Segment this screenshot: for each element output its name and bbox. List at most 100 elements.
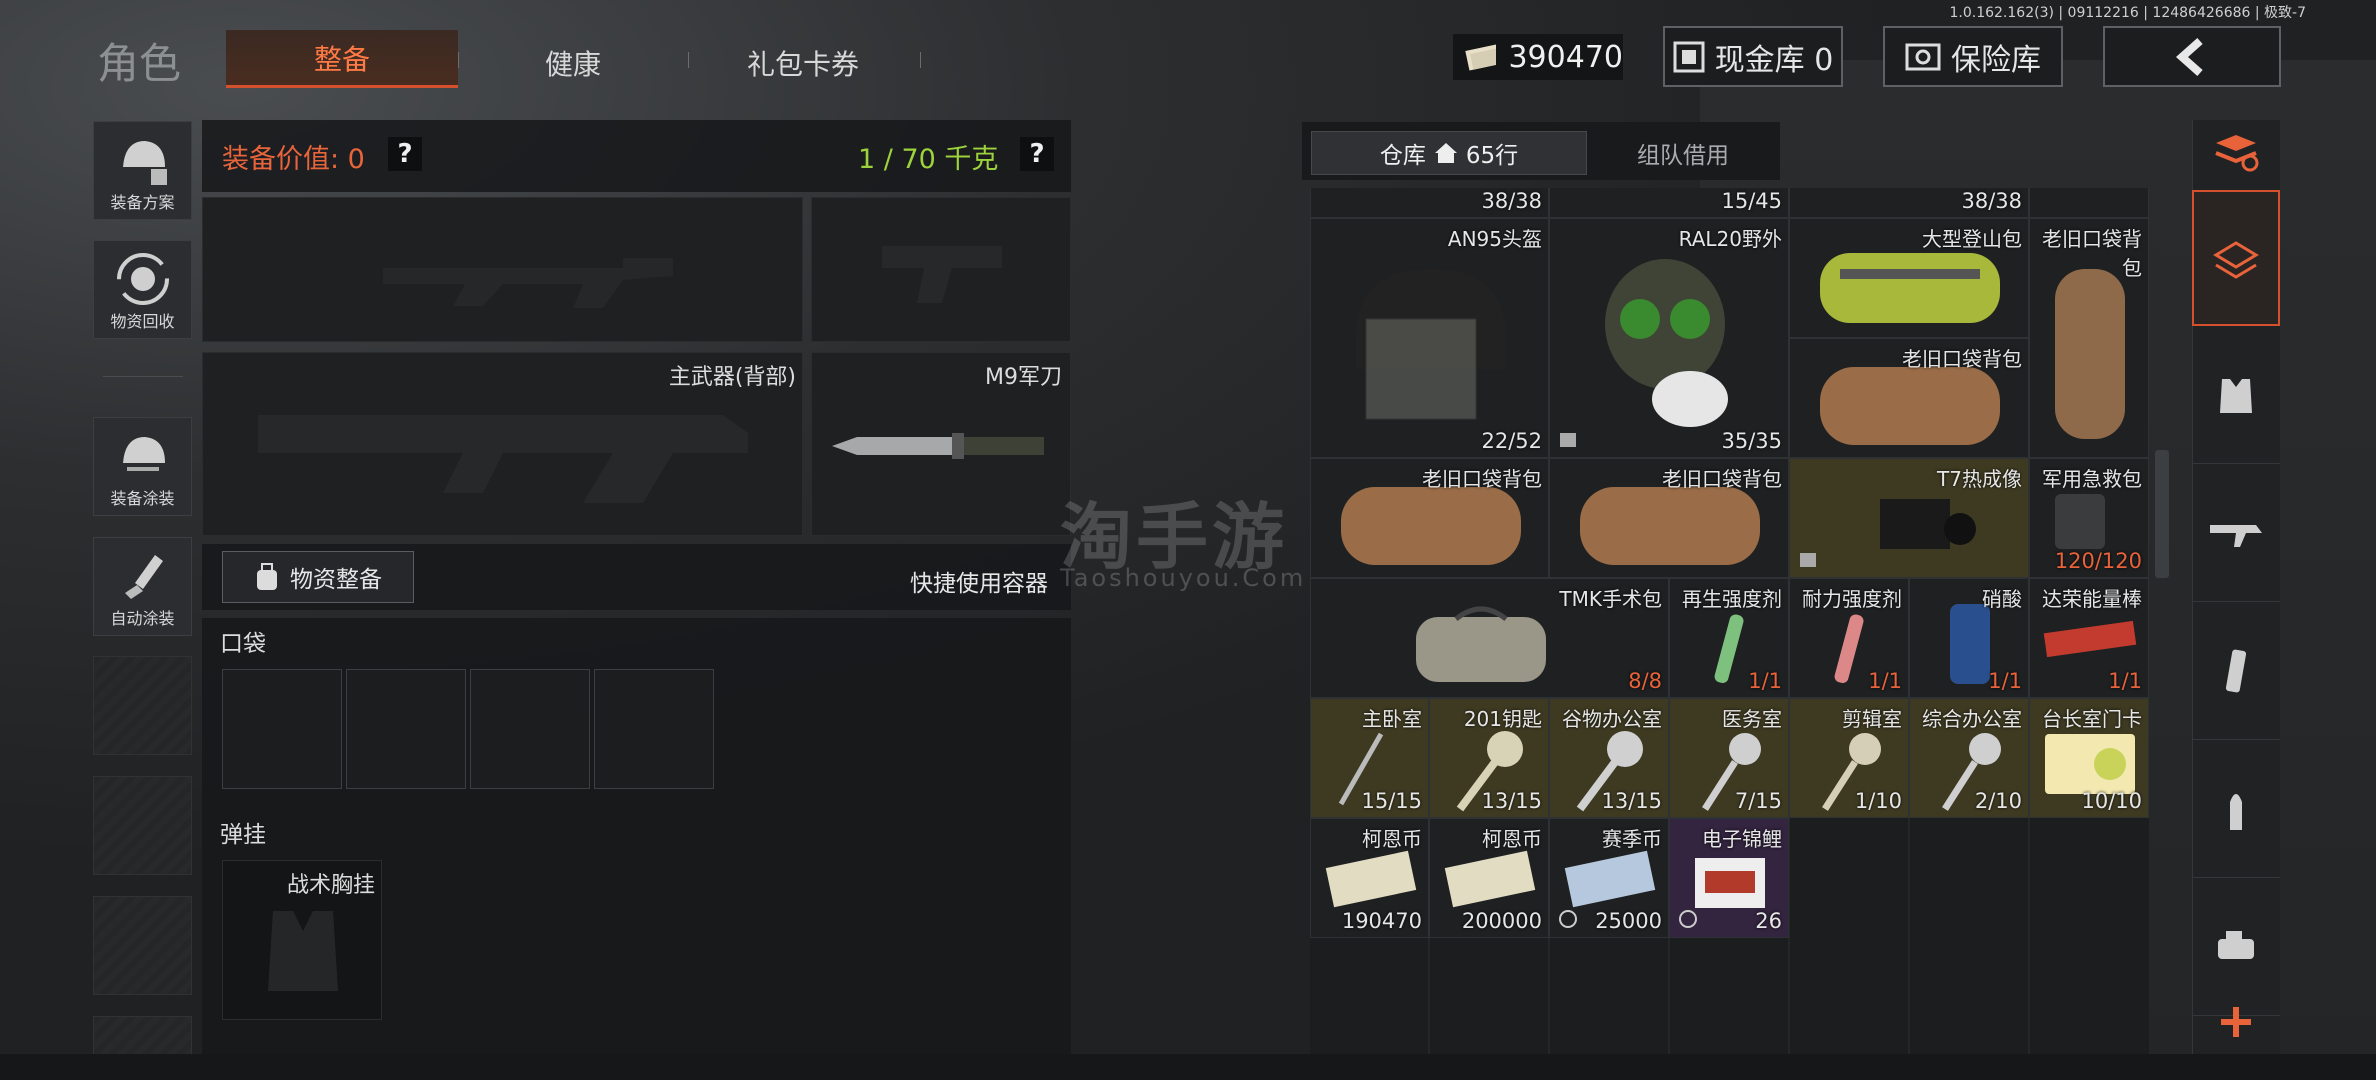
tab-gift[interactable]: 礼包卡券 [688, 43, 918, 83]
item-cell-season-coin[interactable]: 赛季币 25000 [1549, 818, 1669, 938]
item-name: T7热成像 [1937, 467, 2022, 491]
item-cell-key[interactable]: 谷物办公室 13/15 [1549, 698, 1669, 818]
item-name: 耐力强度剂 [1802, 587, 1902, 611]
item-cell-key[interactable]: 综合办公室 2/10 [1909, 698, 2029, 818]
item-cell-can[interactable]: 硝酸 1/1 [1909, 578, 2029, 698]
equip-value-help-button[interactable]: ? [388, 137, 422, 171]
item-cell-helmet[interactable]: AN95头盔 22/52 [1310, 218, 1549, 458]
medkit-icon [2055, 494, 2105, 549]
melee-slot[interactable]: M9军刀 [811, 352, 1071, 536]
auto-paint-label: 自动涂装 [110, 609, 175, 628]
category-all[interactable] [2192, 190, 2280, 326]
item-cell-energy-bar[interactable]: 达荣能量棒 1/1 [2029, 578, 2149, 698]
item-cell-surgery-kit[interactable]: TMK手术包 8/8 [1310, 578, 1669, 698]
item-count: 1/1 [2108, 669, 2142, 693]
item-cell-key[interactable]: 201钥匙 13/15 [1429, 698, 1549, 818]
pocket-slot[interactable] [222, 669, 342, 789]
item-cell[interactable]: 38/38 [1789, 188, 2029, 218]
item-cell-key[interactable]: 医务室 7/15 [1669, 698, 1789, 818]
bottom-bar [0, 1054, 2376, 1080]
injector-icon [1834, 614, 1864, 684]
tab-team-borrow[interactable]: 组队借用 [1590, 131, 1776, 175]
pistol-slot[interactable] [811, 197, 1071, 342]
item-cell-koi[interactable]: 电子锦鲤 26 [1669, 818, 1789, 938]
cash-safe-button[interactable]: 现金库 0 [1663, 26, 1843, 87]
sidebar-divider [103, 376, 183, 377]
supply-button[interactable]: 物资整备 [222, 551, 414, 603]
equip-plan-button[interactable]: 装备方案 [93, 121, 192, 220]
item-cell-keycard[interactable]: 台长室门卡 10/10 [2029, 698, 2149, 818]
item-cell[interactable]: 15/45 [1549, 188, 1789, 218]
item-cell-old-backpack[interactable]: 老旧口袋背包 [2029, 218, 2149, 458]
auto-paint-button[interactable]: 自动涂装 [93, 537, 192, 636]
pocket-slot[interactable] [470, 669, 590, 789]
category-ammo[interactable] [2192, 740, 2280, 878]
insurance-button[interactable]: 保险库 [1883, 26, 2063, 87]
category-armor[interactable] [2192, 326, 2280, 464]
primary-weapon-back-slot[interactable]: 主武器(背部) [202, 352, 803, 536]
item-count: 15/15 [1361, 789, 1422, 813]
item-count: 15/45 [1721, 189, 1782, 213]
back-button[interactable] [2103, 26, 2281, 87]
page-title: 角色 [97, 39, 182, 88]
item-cell-key[interactable]: 剪辑室 1/10 [1789, 698, 1909, 818]
item-count: 13/15 [1481, 789, 1542, 813]
sort-button[interactable] [2192, 120, 2280, 186]
ammo-icon [2230, 793, 2242, 830]
pocket-slot[interactable] [346, 669, 466, 789]
pocket-label: 口袋 [220, 631, 266, 657]
primary-weapon-slot[interactable] [202, 197, 803, 342]
item-cell-coin[interactable]: 柯恩币 200000 [1429, 818, 1549, 938]
item-count: 13/15 [1601, 789, 1662, 813]
item-name: 老旧口袋背包 [2042, 227, 2142, 280]
tab-warehouse[interactable]: 仓库 65行 [1311, 131, 1587, 175]
item-cell-coin[interactable]: 柯恩币 190470 [1310, 818, 1429, 938]
item-name: 剪辑室 [1842, 707, 1902, 731]
rig-slot[interactable]: 战术胸挂 [222, 860, 382, 1020]
rig-label: 弹挂 [220, 822, 266, 848]
warehouse-grid[interactable]: 38/38 15/45 38/38 AN95头盔 22/52 RAL20野外 3… [1310, 188, 2149, 1054]
category-magazine[interactable] [2192, 602, 2280, 740]
tab-equip[interactable]: 整备 [226, 30, 458, 88]
energy-bar-icon [2043, 620, 2137, 658]
tab-health[interactable]: 健康 [458, 43, 688, 83]
pocket-slot[interactable] [594, 669, 714, 789]
warehouse-rows: 65行 [1465, 143, 1519, 169]
item-cell-backpack[interactable]: 大型登山包 [1789, 218, 2029, 338]
item-name: AN95头盔 [1447, 227, 1542, 251]
item-cell[interactable] [2029, 188, 2149, 218]
item-cell-old-backpack[interactable]: 老旧口袋背包 [1549, 458, 1789, 578]
weight-help-button[interactable]: ? [1020, 137, 1054, 171]
item-cell-injector[interactable]: 再生强度剂 1/1 [1669, 578, 1789, 698]
add-category-button[interactable] [2192, 990, 2280, 1054]
item-count: 8/8 [1628, 669, 1662, 693]
item-cell-key[interactable]: 主卧室 15/15 [1310, 698, 1429, 818]
item-count: 22/52 [1481, 429, 1542, 453]
clock-tag-icon [1559, 910, 1577, 928]
item-count: 200000 [1461, 909, 1542, 933]
pistol-silhouette-icon [882, 246, 1002, 303]
sort-icon [2215, 135, 2259, 172]
item-count: 190470 [1341, 909, 1422, 933]
item-name: RAL20野外 [1678, 227, 1782, 251]
item-name: 老旧口袋背包 [1902, 347, 2022, 371]
item-cell[interactable]: 38/38 [1310, 188, 1549, 218]
item-cell-gasmask[interactable]: RAL20野外 35/35 [1549, 218, 1789, 458]
brush-icon [124, 555, 163, 599]
item-cell-old-backpack[interactable]: 老旧口袋背包 [1310, 458, 1549, 578]
cash-stack-icon [1564, 850, 1656, 908]
item-cell-medkit[interactable]: 军用急救包 120/120 [2029, 458, 2149, 578]
recycle-button[interactable]: 物资回收 [93, 240, 192, 339]
paint-label: 装备涂装 [110, 489, 175, 508]
item-count: 1/1 [1988, 669, 2022, 693]
item-cell-old-backpack[interactable]: 老旧口袋背包 [1789, 338, 2029, 458]
item-cell-injector[interactable]: 耐力强度剂 1/1 [1789, 578, 1909, 698]
item-cell-thermal[interactable]: T7热成像 [1789, 458, 2029, 578]
recycle-icon [116, 253, 169, 305]
equip-plan-label: 装备方案 [110, 193, 175, 212]
rifle-silhouette-icon [383, 258, 673, 308]
category-weapon[interactable] [2192, 464, 2280, 602]
paint-button[interactable]: 装备涂装 [93, 417, 192, 516]
warehouse-scrollbar[interactable] [2155, 450, 2169, 578]
item-name: 硝酸 [1982, 587, 2022, 611]
